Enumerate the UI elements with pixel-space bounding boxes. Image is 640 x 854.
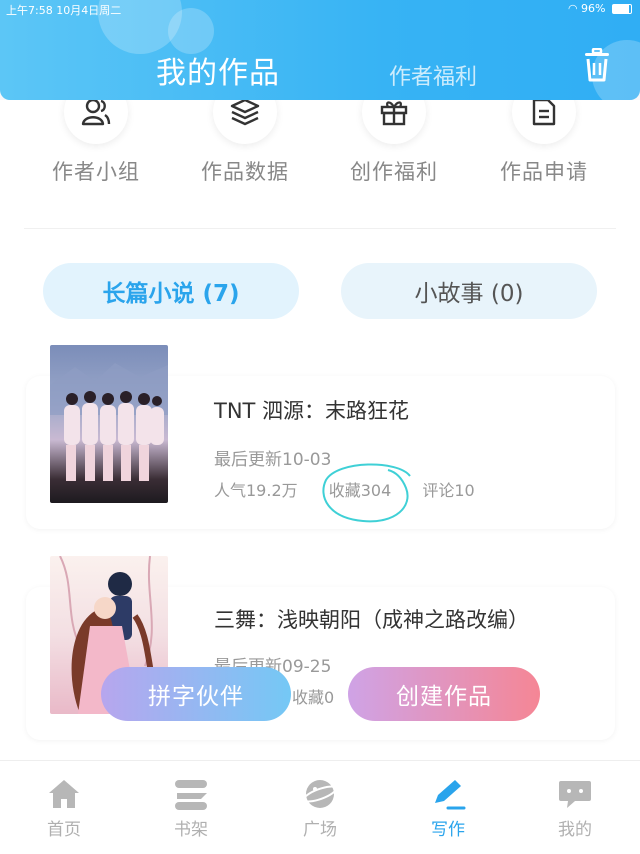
quick-action-label: 创作福利: [350, 160, 438, 184]
tab-bookshelf[interactable]: 书架: [151, 777, 231, 840]
quick-action-work-application[interactable]: 作品申请: [469, 80, 619, 186]
status-time: 上午7:58 10月4日周二: [6, 4, 122, 17]
hand-drawn-circle-annotation: [322, 463, 411, 523]
quick-action-work-data[interactable]: 作品数据: [170, 80, 320, 186]
book-title[interactable]: 三舞：浅映朝阳（成神之路改编）: [214, 604, 529, 634]
book-popularity: 人气19.2万: [214, 481, 298, 500]
bottom-tab-bar: 首页 书架 广场 写作 我的: [0, 760, 640, 854]
tab-short-stories[interactable]: 小故事 (0): [341, 263, 597, 319]
quick-action-label: 作者小组: [52, 160, 140, 184]
tab-label: 广场: [303, 820, 337, 840]
tab-label: 我的: [558, 820, 592, 840]
book-title[interactable]: TNT 泗源：末路狂花: [214, 395, 409, 425]
divider: [24, 228, 616, 229]
tab-long-novels[interactable]: 长篇小说 (7): [43, 263, 299, 319]
quick-action-label: 作品数据: [201, 160, 289, 184]
home-icon: [46, 777, 82, 811]
typing-partner-button[interactable]: 拼字伙伴: [101, 667, 291, 721]
battery-icon: [612, 4, 632, 14]
wifi-icon: ◠: [567, 2, 582, 15]
create-work-button[interactable]: 创建作品: [348, 667, 540, 721]
tab-mine[interactable]: 我的: [535, 777, 615, 840]
book-cover-image[interactable]: [50, 345, 168, 503]
planet-icon: [302, 777, 338, 811]
chat-bubble-icon: [557, 777, 593, 811]
book-comments: 评论10: [422, 481, 475, 500]
tab-plaza[interactable]: 广场: [280, 777, 360, 840]
quick-action-author-group[interactable]: 作者小组: [21, 80, 171, 186]
tab-home[interactable]: 首页: [24, 777, 104, 840]
quick-action-creation-benefits[interactable]: 创作福利: [319, 80, 469, 186]
bookshelf-icon: [173, 777, 209, 811]
tab-writing[interactable]: 写作: [408, 777, 488, 840]
status-bar: 上午7:58 10月4日周二 ◠ 96%: [0, 0, 640, 18]
book-last-updated: 最后更新10-03: [214, 450, 332, 470]
book-favorites: 收藏0: [292, 688, 335, 707]
tab-label: 写作: [431, 820, 465, 840]
quick-action-label: 作品申请: [500, 160, 588, 184]
tab-author-benefits[interactable]: 作者福利: [389, 59, 477, 91]
tab-label: 书架: [174, 820, 208, 840]
status-battery: ◠ 96%: [568, 2, 632, 15]
trash-icon[interactable]: [580, 47, 616, 84]
tab-my-works[interactable]: 我的作品: [156, 48, 280, 92]
pen-icon: [430, 777, 466, 811]
tab-label: 首页: [47, 820, 81, 840]
